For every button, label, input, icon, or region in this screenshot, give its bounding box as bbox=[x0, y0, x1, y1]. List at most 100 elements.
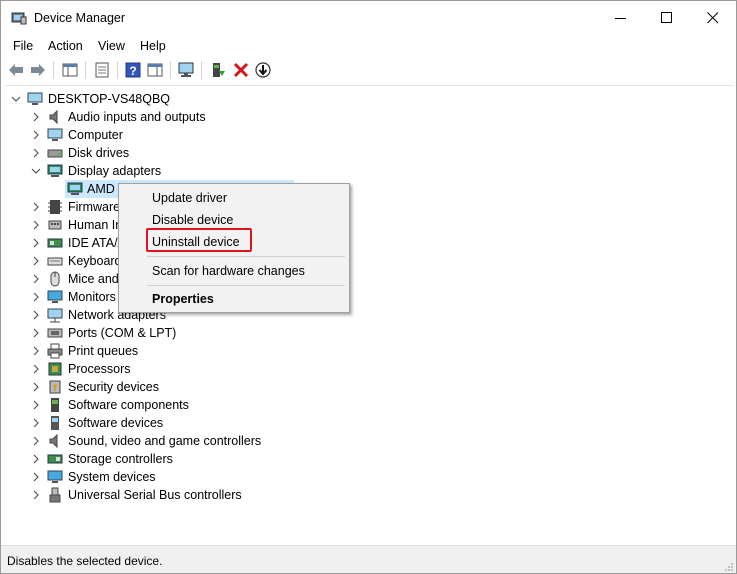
chevron-right-icon[interactable] bbox=[31, 292, 41, 302]
menu-file[interactable]: File bbox=[13, 39, 33, 53]
tree-item-storage-controllers[interactable]: Storage controllers bbox=[5, 450, 305, 468]
tree-item-usb-controllers[interactable]: Universal Serial Bus controllers bbox=[5, 486, 305, 504]
properties-menu-item[interactable]: Properties bbox=[152, 292, 214, 306]
system-device-icon bbox=[47, 470, 63, 483]
status-text: Disables the selected device. bbox=[7, 554, 163, 568]
chevron-right-icon[interactable] bbox=[31, 364, 41, 374]
chevron-right-icon[interactable] bbox=[31, 418, 41, 428]
chevron-right-icon[interactable] bbox=[31, 472, 41, 482]
chevron-down-icon[interactable] bbox=[11, 94, 21, 104]
tree-item-audio[interactable]: Audio inputs and outputs bbox=[5, 108, 305, 126]
menu-separator bbox=[147, 256, 345, 257]
tree-item-system-devices[interactable]: System devices bbox=[5, 468, 305, 486]
forward-arrow-icon[interactable] bbox=[29, 61, 47, 79]
tree-item-label: Print queues bbox=[68, 344, 139, 358]
menu-help[interactable]: Help bbox=[140, 39, 166, 53]
tree-item-label: Display adapters bbox=[68, 164, 162, 178]
scan-hardware-icon[interactable] bbox=[177, 61, 195, 79]
menu-view[interactable]: View bbox=[98, 39, 125, 53]
chevron-right-icon[interactable] bbox=[31, 346, 41, 356]
maximize-button[interactable] bbox=[644, 1, 690, 35]
download-driver-icon[interactable] bbox=[254, 61, 272, 79]
tree-item-computer[interactable]: Computer bbox=[5, 126, 305, 144]
tree-item-label: Software devices bbox=[68, 416, 164, 430]
network-icon bbox=[47, 308, 63, 323]
tree-root-label: DESKTOP-VS48QBQ bbox=[48, 92, 171, 106]
minimize-button[interactable] bbox=[598, 1, 644, 35]
usb-icon bbox=[49, 487, 61, 503]
computer-icon bbox=[27, 92, 43, 105]
speaker-icon bbox=[49, 433, 58, 449]
tree-item-software-devices[interactable]: Software devices bbox=[5, 414, 305, 432]
tree-item-label: System devices bbox=[68, 470, 156, 484]
resize-grip-icon[interactable] bbox=[724, 562, 734, 572]
menu-action[interactable]: Action bbox=[48, 39, 83, 53]
tree-item-label: Audio inputs and outputs bbox=[68, 110, 206, 124]
tree-item-label: Human In bbox=[68, 218, 123, 232]
chevron-right-icon[interactable] bbox=[31, 274, 41, 284]
help-icon[interactable]: ? bbox=[124, 61, 142, 79]
toolbar-separator bbox=[170, 61, 171, 79]
tree-item-label: Computer bbox=[68, 128, 123, 142]
close-icon bbox=[707, 12, 719, 24]
action-pane-icon[interactable] bbox=[146, 61, 164, 79]
back-arrow-icon[interactable] bbox=[7, 61, 25, 79]
chevron-down-icon[interactable] bbox=[31, 166, 41, 176]
chevron-right-icon[interactable] bbox=[31, 256, 41, 266]
tree-item-label: Firmware bbox=[68, 200, 121, 214]
mouse-icon bbox=[50, 271, 60, 287]
tree-item-processors[interactable]: Processors bbox=[5, 360, 305, 378]
monitor-icon bbox=[47, 128, 63, 141]
tree-item-label: Mice and bbox=[68, 272, 119, 286]
software-device-icon bbox=[51, 416, 59, 430]
disable-device-menu-item[interactable]: Disable device bbox=[152, 213, 233, 227]
svg-text:?: ? bbox=[129, 64, 136, 78]
chevron-right-icon[interactable] bbox=[31, 130, 41, 140]
minimize-icon bbox=[615, 18, 626, 19]
properties-icon[interactable] bbox=[93, 61, 111, 79]
show-hide-console-tree-icon[interactable] bbox=[61, 61, 79, 79]
tree-item-software-components[interactable]: Software components bbox=[5, 396, 305, 414]
tree-item-security-devices[interactable]: Security devices bbox=[5, 378, 305, 396]
tree-item-label: Ports (COM & LPT) bbox=[68, 326, 177, 340]
toolbar: ? bbox=[1, 57, 736, 83]
tree-item-label: Sound, video and game controllers bbox=[68, 434, 262, 448]
close-button[interactable] bbox=[690, 1, 736, 35]
chevron-right-icon[interactable] bbox=[31, 220, 41, 230]
update-driver-icon[interactable] bbox=[209, 61, 227, 79]
chevron-right-icon[interactable] bbox=[31, 148, 41, 158]
toolbar-separator bbox=[85, 61, 86, 79]
chevron-right-icon[interactable] bbox=[31, 490, 41, 500]
tree-item-ports[interactable]: Ports (COM & LPT) bbox=[5, 324, 305, 342]
maximize-icon bbox=[661, 12, 672, 23]
chevron-right-icon[interactable] bbox=[31, 454, 41, 464]
menu-separator bbox=[147, 285, 345, 286]
chevron-right-icon[interactable] bbox=[31, 382, 41, 392]
chevron-right-icon[interactable] bbox=[31, 328, 41, 338]
tree-item-label: AMD bbox=[87, 182, 115, 196]
chevron-right-icon[interactable] bbox=[31, 238, 41, 248]
window-title: Device Manager bbox=[34, 11, 126, 25]
chevron-right-icon[interactable] bbox=[31, 202, 41, 212]
toolbar-separator bbox=[201, 61, 202, 79]
tree-item-label: Storage controllers bbox=[68, 452, 173, 466]
toolbar-separator bbox=[117, 61, 118, 79]
tree-item-label: Security devices bbox=[68, 380, 160, 394]
uninstall-x-icon[interactable] bbox=[232, 61, 250, 79]
storage-icon bbox=[47, 454, 63, 464]
tree-item-display-adapters[interactable]: Display adapters bbox=[5, 162, 305, 180]
monitor-icon bbox=[47, 290, 63, 303]
tree-item-print-queues[interactable]: Print queues bbox=[5, 342, 305, 360]
tree-item-label: Software components bbox=[68, 398, 189, 412]
tree-root-node[interactable]: DESKTOP-VS48QBQ bbox=[5, 90, 305, 108]
update-driver-menu-item[interactable]: Update driver bbox=[152, 191, 227, 205]
tree-item-disk-drives[interactable]: Disk drives bbox=[5, 144, 305, 162]
tree-item-label: Universal Serial Bus controllers bbox=[68, 488, 242, 502]
speaker-icon bbox=[49, 109, 58, 125]
chevron-right-icon[interactable] bbox=[31, 400, 41, 410]
chevron-right-icon[interactable] bbox=[31, 436, 41, 446]
chevron-right-icon[interactable] bbox=[31, 310, 41, 320]
chevron-right-icon[interactable] bbox=[31, 112, 41, 122]
scan-hardware-menu-item[interactable]: Scan for hardware changes bbox=[152, 264, 305, 278]
tree-item-sound-video-game[interactable]: Sound, video and game controllers bbox=[5, 432, 305, 450]
